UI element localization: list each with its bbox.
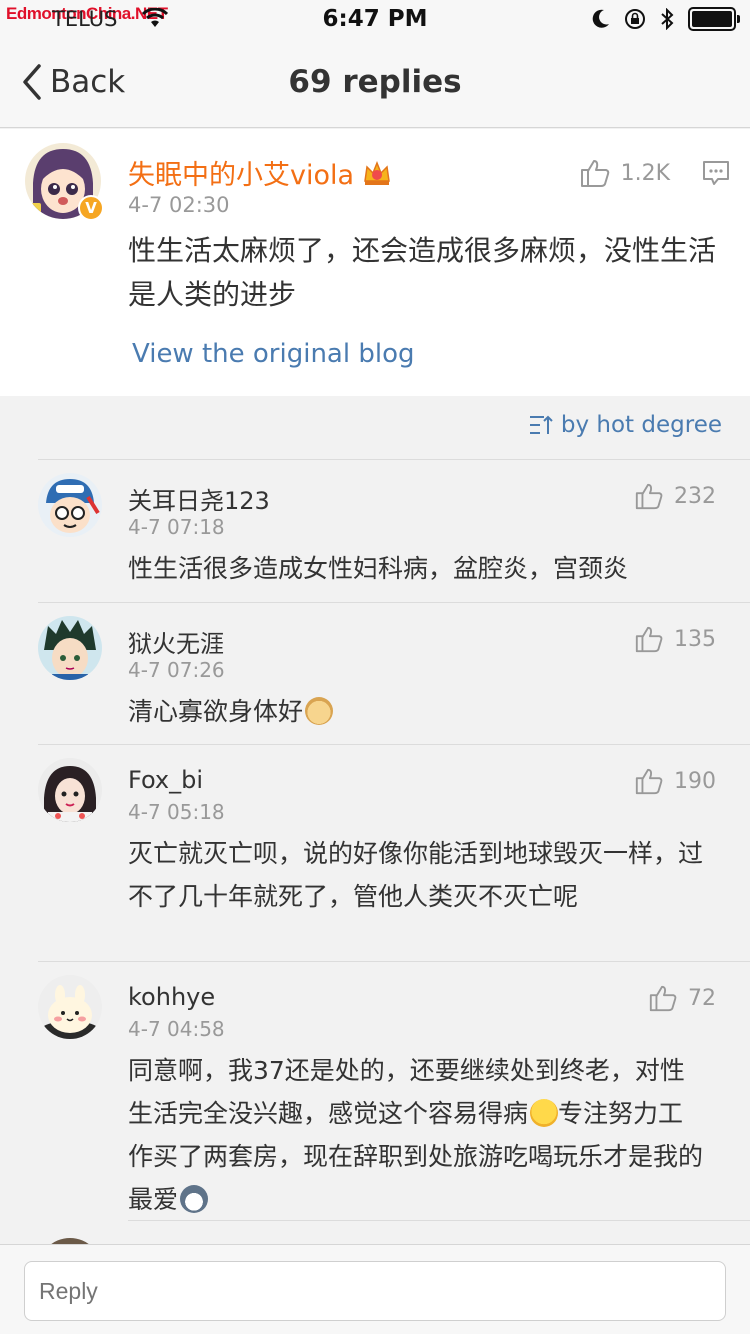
reply-item-partial xyxy=(0,1220,750,1244)
reply-bar xyxy=(0,1244,750,1334)
crown-vip-icon xyxy=(364,160,390,185)
view-original-blog-link[interactable]: View the original blog xyxy=(132,339,414,369)
status-bar: EdmontonChina.NET TELUS 6:47 PM xyxy=(0,0,750,40)
thumbs-up-icon xyxy=(649,985,677,1012)
reply-author-name[interactable]: 狱火无涯 xyxy=(128,624,224,659)
page-title: 69 replies xyxy=(288,64,462,100)
thumbs-up-icon xyxy=(635,768,663,795)
sort-label: by hot degree xyxy=(560,412,722,438)
reply-like-button[interactable]: 232 xyxy=(634,481,716,511)
reply-like-count: 72 xyxy=(688,985,716,1011)
divider xyxy=(38,744,750,745)
reply-input[interactable] xyxy=(24,1261,726,1321)
reply-item: Fox_bi 4-7 05:18 灭亡就灭亡呗，说的好像你能活到地球毁灭一样，过… xyxy=(0,744,750,961)
reply-like-button[interactable]: 190 xyxy=(634,766,716,796)
husky-emoji-icon xyxy=(180,1185,209,1213)
reply-text: 灭亡就灭亡呗，说的好像你能活到地球毁灭一样，过不了几十年就死了，管他人类灭不灭亡… xyxy=(128,839,704,911)
moon-icon xyxy=(592,9,609,28)
thumbs-up-icon xyxy=(635,626,663,653)
reply-time: 4-7 07:26 xyxy=(128,658,225,682)
divider xyxy=(38,459,750,460)
author-name-text: 失眠中的小艾viola xyxy=(128,160,355,191)
reply-time: 4-7 04:58 xyxy=(128,1017,225,1041)
reply-avatar[interactable] xyxy=(38,473,102,537)
reply-time: 4-7 05:18 xyxy=(128,800,225,824)
reply-author-name[interactable]: kohhye xyxy=(128,983,215,1011)
thumbs-up-icon xyxy=(580,160,609,187)
reply-item: kohhye 4-7 04:58 同意啊，我37还是处的，还要继续处到终老，对性… xyxy=(0,961,750,1220)
sort-by-hot-button[interactable]: by hot degree xyxy=(529,412,722,438)
reply-text-content: 清心寡欲身体好 xyxy=(128,697,304,726)
divider xyxy=(128,1220,750,1221)
doge-emoji-icon xyxy=(305,697,334,725)
comment-icon[interactable] xyxy=(702,159,730,187)
reply-item: 关耳日尧123 4-7 07:18 性生活很多造成女性妇科病，盆腔炎，宫颈炎 2… xyxy=(0,459,750,602)
original-post: V 失眠中的小艾viola 4-7 02:30 性生活太麻烦了，还会造成很多麻烦… xyxy=(0,129,750,396)
reply-item: 狱火无涯 4-7 07:26 清心寡欲身体好 135 xyxy=(0,602,750,744)
reply-like-button[interactable]: 135 xyxy=(634,624,716,654)
bluetooth-icon xyxy=(661,8,674,30)
post-like-count: 1.2K xyxy=(620,160,670,186)
reply-author-name[interactable]: 关耳日尧123 xyxy=(128,481,270,516)
sort-icon xyxy=(529,415,553,434)
reply-like-count: 135 xyxy=(674,626,716,652)
reply-like-count: 232 xyxy=(674,483,716,509)
reply-text: 同意啊，我37还是处的，还要继续处到终老，对性生活完全没兴趣，感觉这个容易得病专… xyxy=(128,1049,708,1221)
thumbs-up-icon xyxy=(635,483,663,510)
reply-like-button[interactable]: 72 xyxy=(648,983,716,1013)
reply-like-count: 190 xyxy=(674,768,716,794)
grin-emoji-icon xyxy=(530,1099,559,1127)
reply-avatar[interactable] xyxy=(38,616,102,680)
navigation-bar: Back 69 replies xyxy=(0,40,750,128)
reply-text: 性生活很多造成女性妇科病，盆腔炎，宫颈炎 xyxy=(128,554,629,583)
verified-badge: V xyxy=(78,195,104,221)
reply-author-name[interactable]: Fox_bi xyxy=(128,766,203,794)
post-like-button[interactable]: 1.2K xyxy=(579,157,670,189)
rotation-lock-icon xyxy=(625,9,645,29)
battery-icon xyxy=(688,7,740,31)
post-text: 性生活太麻烦了，还会造成很多麻烦，没性生活是人类的进步 xyxy=(128,234,717,311)
post-author-name[interactable]: 失眠中的小艾viola xyxy=(128,153,392,192)
reply-avatar[interactable] xyxy=(38,975,102,1039)
reply-text: 清心寡欲身体好 xyxy=(128,690,708,733)
divider xyxy=(38,602,750,603)
reply-time: 4-7 07:18 xyxy=(128,515,225,539)
status-right-icons xyxy=(592,7,740,31)
reply-avatar[interactable] xyxy=(38,758,102,822)
divider xyxy=(38,961,750,962)
post-time: 4-7 02:30 xyxy=(128,193,230,217)
